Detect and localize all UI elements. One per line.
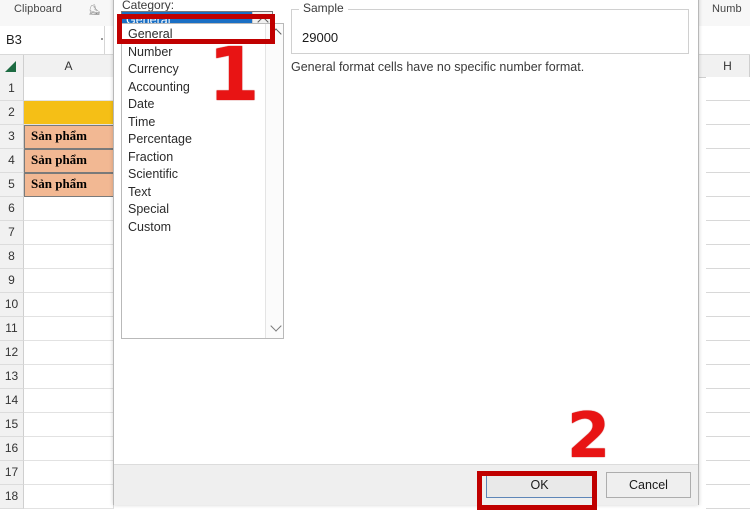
cell-a12[interactable] [24,341,114,365]
cell-a1[interactable] [24,77,114,101]
cell-a15[interactable] [24,413,114,437]
cancel-button[interactable]: Cancel [606,472,691,498]
cell-h8[interactable] [706,245,750,269]
cell-h16[interactable] [706,437,750,461]
cell-a16[interactable] [24,437,114,461]
row-header-14[interactable]: 14 [0,389,24,413]
row-header-17[interactable]: 17 [0,461,24,485]
cell-text: Sản phẩm [31,128,87,143]
cell-a8[interactable] [24,245,114,269]
category-item-special[interactable]: Special [122,201,265,219]
cell-h7[interactable] [706,221,750,245]
cell-a9[interactable] [24,269,114,293]
category-listbox[interactable]: General Number Currency Accounting Date Time P… [121,23,284,339]
cell-h9[interactable] [706,269,750,293]
select-all-corner[interactable] [0,55,24,77]
row-header-1[interactable]: 1 [0,77,24,101]
row-header-3[interactable]: 3 [0,125,24,149]
cell-h18[interactable] [706,485,750,509]
annotation-number-1: 1 [208,32,260,118]
annotation-number-2: 2 [567,399,611,472]
column-header-h[interactable]: H [706,55,750,77]
clipboard-dialog-launcher-icon[interactable]: ⛸ [88,5,101,16]
row-header-8[interactable]: 8 [0,245,24,269]
category-item-percentage[interactable]: Percentage [122,131,265,149]
cell-h3[interactable] [706,125,750,149]
ribbon-group-clipboard: Clipboard [14,3,62,15]
name-box-value: B3 [6,32,22,47]
column-header-a[interactable]: A [24,55,114,77]
cell-h13[interactable] [706,365,750,389]
cell-a17[interactable] [24,461,114,485]
cell-h6[interactable] [706,197,750,221]
cell-h11[interactable] [706,317,750,341]
cell-h15[interactable] [706,413,750,437]
cell-a3[interactable]: Sản phẩm [24,125,114,149]
dialog-body: Category: General General Number Currency A… [114,0,698,464]
cell-h4[interactable] [706,149,750,173]
row-header-2[interactable]: 2 [0,101,24,125]
row-header-11[interactable]: 11 [0,317,24,341]
cell-a14[interactable] [24,389,114,413]
cell-h12[interactable] [706,341,750,365]
cell-a11[interactable] [24,317,114,341]
cell-h14[interactable] [706,389,750,413]
sample-group-box: 29000 [291,9,689,54]
sample-legend: Sample [299,1,348,15]
row-header-4[interactable]: 4 [0,149,24,173]
row-header-5[interactable]: 5 [0,173,24,197]
format-description: General format cells have no specific nu… [291,60,585,74]
row-header-16[interactable]: 16 [0,437,24,461]
row-header-10[interactable]: 10 [0,293,24,317]
cell-a2[interactable] [24,101,114,125]
ribbon-group-number: Numb [712,3,742,15]
row-header-6[interactable]: 6 [0,197,24,221]
cell-h5[interactable] [706,173,750,197]
category-item-fraction[interactable]: Fraction [122,149,265,167]
cell-a13[interactable] [24,365,114,389]
category-item-text[interactable]: Text [122,184,265,202]
category-listbox-scrollbar[interactable] [265,24,283,338]
sample-value: 29000 [302,30,339,45]
scroll-down-arrow-icon[interactable] [266,319,284,336]
row-header-15[interactable]: 15 [0,413,24,437]
cell-h2[interactable] [706,101,750,125]
cell-a18[interactable] [24,485,114,509]
format-cells-dialog: Category: General General Number Currency A… [113,0,699,505]
row-header-13[interactable]: 13 [0,365,24,389]
formula-bar-divider [101,38,103,40]
select-all-triangle-icon [5,61,16,72]
cell-text: Sản phẩm [31,176,87,191]
cell-a5[interactable]: Sản phẩm [24,173,114,197]
cell-a10[interactable] [24,293,114,317]
cell-a6[interactable] [24,197,114,221]
cell-a4[interactable]: Sản phẩm [24,149,114,173]
cell-text: Sản phẩm [31,152,87,167]
row-header-12[interactable]: 12 [0,341,24,365]
cell-h17[interactable] [706,461,750,485]
cell-h1[interactable] [706,77,750,101]
cell-h10[interactable] [706,293,750,317]
category-item-scientific[interactable]: Scientific [122,166,265,184]
category-item-custom[interactable]: Custom [122,219,265,237]
annotation-box-step-2 [477,471,597,510]
row-header-18[interactable]: 18 [0,485,24,509]
dialog-footer: OK Cancel [114,464,698,505]
name-box[interactable]: B3 [0,26,105,54]
cell-a7[interactable] [24,221,114,245]
row-header-9[interactable]: 9 [0,269,24,293]
row-header-7[interactable]: 7 [0,221,24,245]
